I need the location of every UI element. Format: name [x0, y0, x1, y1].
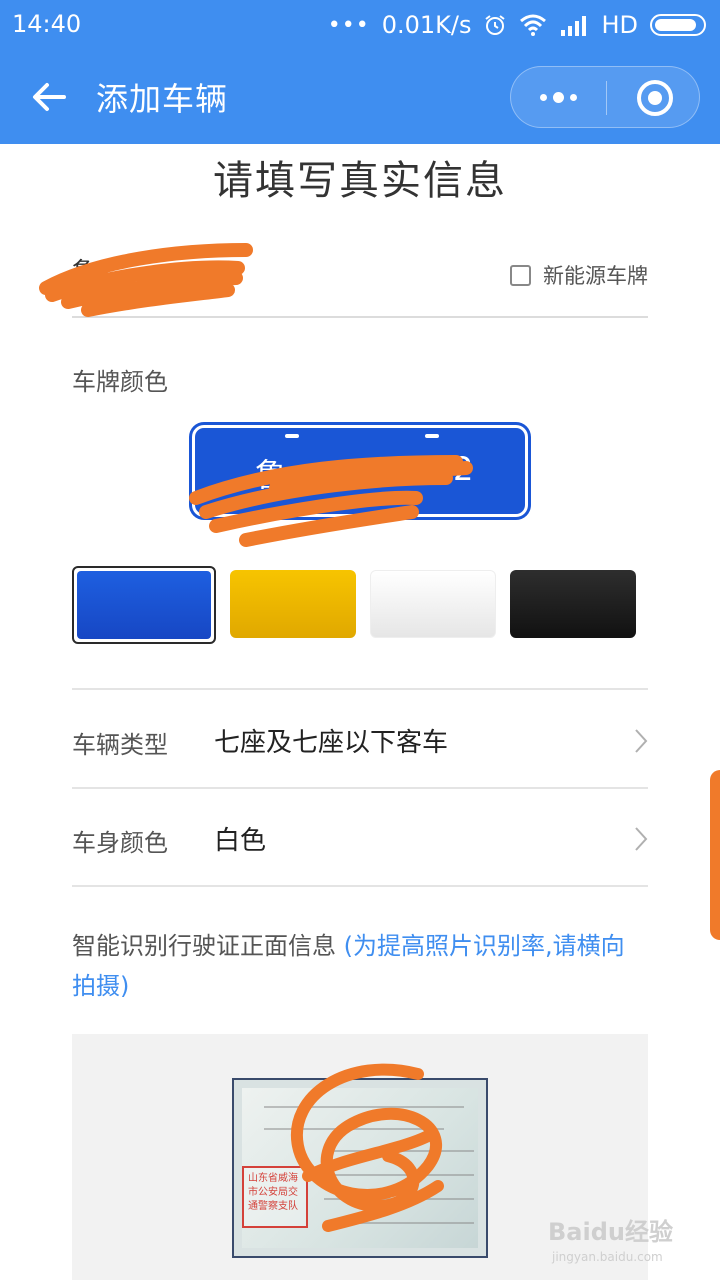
status-time: 14:40: [12, 10, 82, 38]
form-heading: 请填写真实信息: [213, 158, 507, 204]
swatch-yellow[interactable]: [230, 570, 356, 638]
new-energy-checkbox[interactable]: [510, 264, 531, 286]
battery-icon: [650, 14, 706, 36]
notification-dots: •••: [327, 12, 370, 38]
close-mini-program-icon[interactable]: [637, 80, 673, 116]
divider: [72, 688, 648, 690]
swatch-white[interactable]: [370, 570, 496, 638]
redaction-scribble: [290, 1063, 444, 1232]
vehicle-type-label: 车辆类型: [72, 731, 168, 759]
network-speed: 0.01K/s: [381, 11, 472, 39]
ocr-instruction-text: 智能识别行驶证正面信息: [72, 932, 344, 960]
redaction-scribble: [189, 455, 473, 547]
plate-rivet: [425, 434, 439, 438]
capsule-divider: [606, 81, 607, 115]
new-energy-toggle[interactable]: 新能源车牌: [510, 260, 648, 290]
vehicle-type-value: 七座及七座以下客车: [214, 728, 449, 758]
redaction-scribble: [39, 243, 253, 317]
alarm-icon: [485, 15, 506, 35]
divider: [72, 885, 648, 887]
status-bar: 14:40 ••• 0.01K/s HD: [0, 0, 720, 50]
more-dot-icon: [540, 93, 547, 101]
swatch-black[interactable]: [510, 570, 636, 638]
chevron-right-icon: [635, 729, 648, 753]
more-dot-icon: [570, 93, 577, 101]
plate-color-swatches: [72, 566, 648, 644]
body-color-label: 车身颜色: [72, 829, 168, 857]
body-color-value: 白色: [214, 826, 267, 856]
redaction-edge-mark: [710, 770, 720, 940]
plate-number-row[interactable]: 鲁K 新能源车牌: [39, 240, 648, 318]
signal-icon: [561, 16, 587, 36]
swatch-blue[interactable]: [72, 566, 216, 644]
chevron-right-icon: [635, 827, 648, 851]
status-icons: ••• 0.01K/s HD: [328, 10, 706, 40]
divider: [72, 787, 648, 789]
body-color-row[interactable]: 车身颜色 白色: [72, 790, 648, 886]
wifi-icon: [520, 14, 547, 36]
plate-rivet: [285, 434, 299, 438]
mini-program-capsule: [510, 66, 700, 128]
network-type: HD: [601, 11, 638, 39]
vehicle-type-row[interactable]: 车辆类型 七座及七座以下客车: [72, 692, 648, 788]
baidu-watermark-url: jingyan.baidu.com: [552, 1250, 663, 1264]
more-button[interactable]: [511, 67, 606, 127]
title-bar: 添加车辆: [0, 50, 720, 144]
page-title: 添加车辆: [96, 80, 229, 118]
plate-color-label: 车牌颜色: [72, 368, 168, 396]
new-energy-label: 新能源车牌: [543, 264, 648, 288]
ocr-instruction: 智能识别行驶证正面信息 (为提高照片识别率,请横向拍摄): [72, 926, 648, 1006]
more-dot-icon: [553, 91, 564, 103]
baidu-watermark: Baidu经验: [548, 1218, 673, 1246]
back-arrow-icon[interactable]: [28, 76, 70, 118]
